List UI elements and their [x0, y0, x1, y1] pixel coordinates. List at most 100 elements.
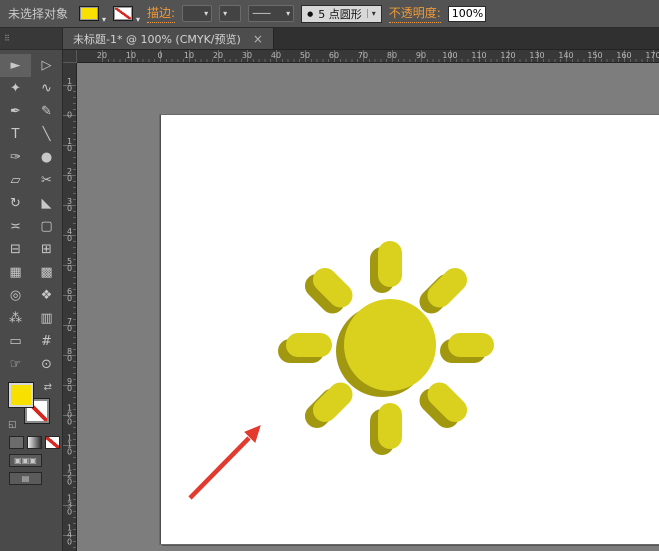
ruler-number: 1 0: [65, 78, 74, 92]
ruler-number: 1 0 0: [65, 405, 74, 426]
symbol-sprayer-tool[interactable]: ⁂: [0, 307, 31, 330]
ruler-number: 4 0: [65, 228, 74, 242]
ruler-number: 130: [529, 51, 544, 60]
screen-mode-button[interactable]: ▤: [9, 472, 42, 485]
ruler-row: 2010010203040506070809010011012013014015…: [63, 50, 659, 63]
selection-tool[interactable]: ►: [0, 54, 31, 77]
opacity-input[interactable]: 100%: [448, 6, 486, 22]
stroke-color-swatch[interactable]: [113, 6, 133, 21]
blend-tool[interactable]: ❖: [31, 284, 62, 307]
opacity-panel-link[interactable]: 不透明度:: [389, 4, 441, 23]
chevron-down-icon: ▾: [223, 9, 227, 18]
ruler-number: 1 4 0: [65, 525, 74, 546]
ruler-number: 10: [184, 51, 194, 60]
sun-top[interactable]: [286, 241, 494, 449]
width-profile-icon: ——: [252, 8, 270, 19]
chevron-down-icon: ▾: [367, 9, 376, 18]
ruler-number: 30: [242, 51, 252, 60]
ruler-number: 120: [500, 51, 515, 60]
ruler-horizontal[interactable]: 2010010203040506070809010011012013014015…: [77, 50, 659, 63]
ruler-number: 160: [616, 51, 631, 60]
slice-tool[interactable]: #: [31, 330, 62, 353]
perspective-grid-tool[interactable]: ⊞: [31, 238, 62, 261]
ruler-number: 20: [97, 51, 107, 60]
selection-status: 未选择对象: [8, 5, 68, 22]
fill-color-swatch[interactable]: [79, 6, 99, 21]
ruler-number: 9 0: [65, 378, 74, 392]
eyedropper-tool[interactable]: ◎: [0, 284, 31, 307]
stroke-dropdown-icon[interactable]: ▾: [136, 15, 140, 27]
brush-dot-icon: ●: [307, 10, 313, 18]
column-graph-tool[interactable]: ▥: [31, 307, 62, 330]
blob-brush-tool[interactable]: ●: [31, 146, 62, 169]
gradient-tool[interactable]: ▩: [31, 261, 62, 284]
brush-definition-value: 5 点圆形: [318, 6, 362, 22]
ruler-number: 6 0: [65, 288, 74, 302]
tools-panel-grip[interactable]: ⠿: [0, 28, 62, 50]
fill-dropdown-icon[interactable]: ▾: [102, 15, 106, 27]
none-button[interactable]: [45, 436, 60, 449]
lasso-tool[interactable]: ∿: [31, 77, 62, 100]
close-icon[interactable]: ×: [253, 32, 263, 46]
ruler-number: 3 0: [65, 198, 74, 212]
ruler-number: 140: [558, 51, 573, 60]
type-tool[interactable]: T: [0, 123, 31, 146]
scale-tool[interactable]: ◣: [31, 192, 62, 215]
control-bar: 未选择对象 ▾ ▾ 描边: ▾ ▾ —— ▾ ● 5 点圆形 ▾ 不透明度: 1…: [0, 0, 659, 28]
magic-wand-tool[interactable]: ✦: [0, 77, 31, 100]
ruler-number: 80: [387, 51, 397, 60]
mesh-tool[interactable]: ▦: [0, 261, 31, 284]
ruler-number: 1 1 0: [65, 435, 74, 456]
zoom-tool[interactable]: ⊙: [31, 353, 62, 376]
pencil-tool[interactable]: ✎: [31, 100, 62, 123]
stroke-panel-link[interactable]: 描边:: [147, 4, 175, 23]
pen-tool[interactable]: ✒: [0, 100, 31, 123]
default-fill-stroke-icon[interactable]: ◱: [8, 420, 17, 430]
rotate-tool[interactable]: ↻: [0, 192, 31, 215]
illustrator-window: 未选择对象 ▾ ▾ 描边: ▾ ▾ —— ▾ ● 5 点圆形 ▾ 不透明度: 1…: [0, 0, 659, 551]
stroke-options-dropdown[interactable]: ▾: [219, 5, 241, 22]
tools-panel: ⠿ ►▷✦∿✒✎T╲✑●▱✂↻◣≍▢⊟⊞▦▩◎❖⁂▥▭#☞⊙ ⇄ ◱ ▣▣▣ ▤: [0, 28, 63, 551]
hand-tool[interactable]: ☞: [0, 353, 31, 376]
brush-definition-dropdown[interactable]: ● 5 点圆形 ▾: [301, 5, 382, 23]
shape-builder-tool[interactable]: ⊟: [0, 238, 31, 261]
annotation-arrow: [190, 426, 260, 498]
ruler-number: 1 0: [65, 138, 74, 152]
direct-selection-tool[interactable]: ▷: [31, 54, 62, 77]
ruler-number: 1 3 0: [65, 495, 74, 516]
width-tool[interactable]: ≍: [0, 215, 31, 238]
document-tab[interactable]: 未标题-1* @ 100% (CMYK/预览) ×: [63, 28, 274, 49]
ruler-number: 0: [65, 112, 74, 119]
width-profile-dropdown[interactable]: —— ▾: [248, 5, 294, 22]
paintbrush-tool[interactable]: ✑: [0, 146, 31, 169]
fill-stroke-controls: ⇄ ◱: [8, 382, 56, 432]
ruler-number: 110: [471, 51, 486, 60]
ruler-number: 40: [271, 51, 281, 60]
ruler-number: 10: [126, 51, 136, 60]
scissors-tool[interactable]: ✂: [31, 169, 62, 192]
ruler-origin-corner[interactable]: [63, 50, 77, 63]
ruler-number: 8 0: [65, 348, 74, 362]
fill-proxy-swatch[interactable]: [9, 383, 33, 407]
ruler-number: 170: [645, 51, 659, 60]
artboard-tool[interactable]: ▭: [0, 330, 31, 353]
document-tab-strip: 未标题-1* @ 100% (CMYK/预览) ×: [63, 28, 659, 50]
ruler-number: 1 2 0: [65, 465, 74, 486]
canvas[interactable]: [77, 63, 659, 551]
gradient-button[interactable]: [27, 436, 42, 449]
swap-fill-stroke-icon[interactable]: ⇄: [44, 382, 52, 393]
ruler-number: 90: [416, 51, 426, 60]
ruler-vertical[interactable]: 1 001 02 03 04 05 06 07 08 09 01 0 01 1 …: [63, 63, 77, 551]
tool-grid: ►▷✦∿✒✎T╲✑●▱✂↻◣≍▢⊟⊞▦▩◎❖⁂▥▭#☞⊙: [0, 54, 62, 376]
color-button[interactable]: [9, 436, 24, 449]
chevron-down-icon: ▾: [204, 9, 208, 18]
main-area: ⠿ ►▷✦∿✒✎T╲✑●▱✂↻◣≍▢⊟⊞▦▩◎❖⁂▥▭#☞⊙ ⇄ ◱ ▣▣▣ ▤…: [0, 28, 659, 551]
free-transform-tool[interactable]: ▢: [31, 215, 62, 238]
color-mode-row: [0, 432, 62, 449]
workspace: 未标题-1* @ 100% (CMYK/预览) × 20100102030405…: [63, 28, 659, 551]
line-segment-tool[interactable]: ╲: [31, 123, 62, 146]
eraser-tool[interactable]: ▱: [0, 169, 31, 192]
stroke-weight-dropdown[interactable]: ▾: [182, 5, 212, 22]
ruler-number: 20: [213, 51, 223, 60]
draw-mode-button[interactable]: ▣▣▣: [9, 454, 42, 467]
